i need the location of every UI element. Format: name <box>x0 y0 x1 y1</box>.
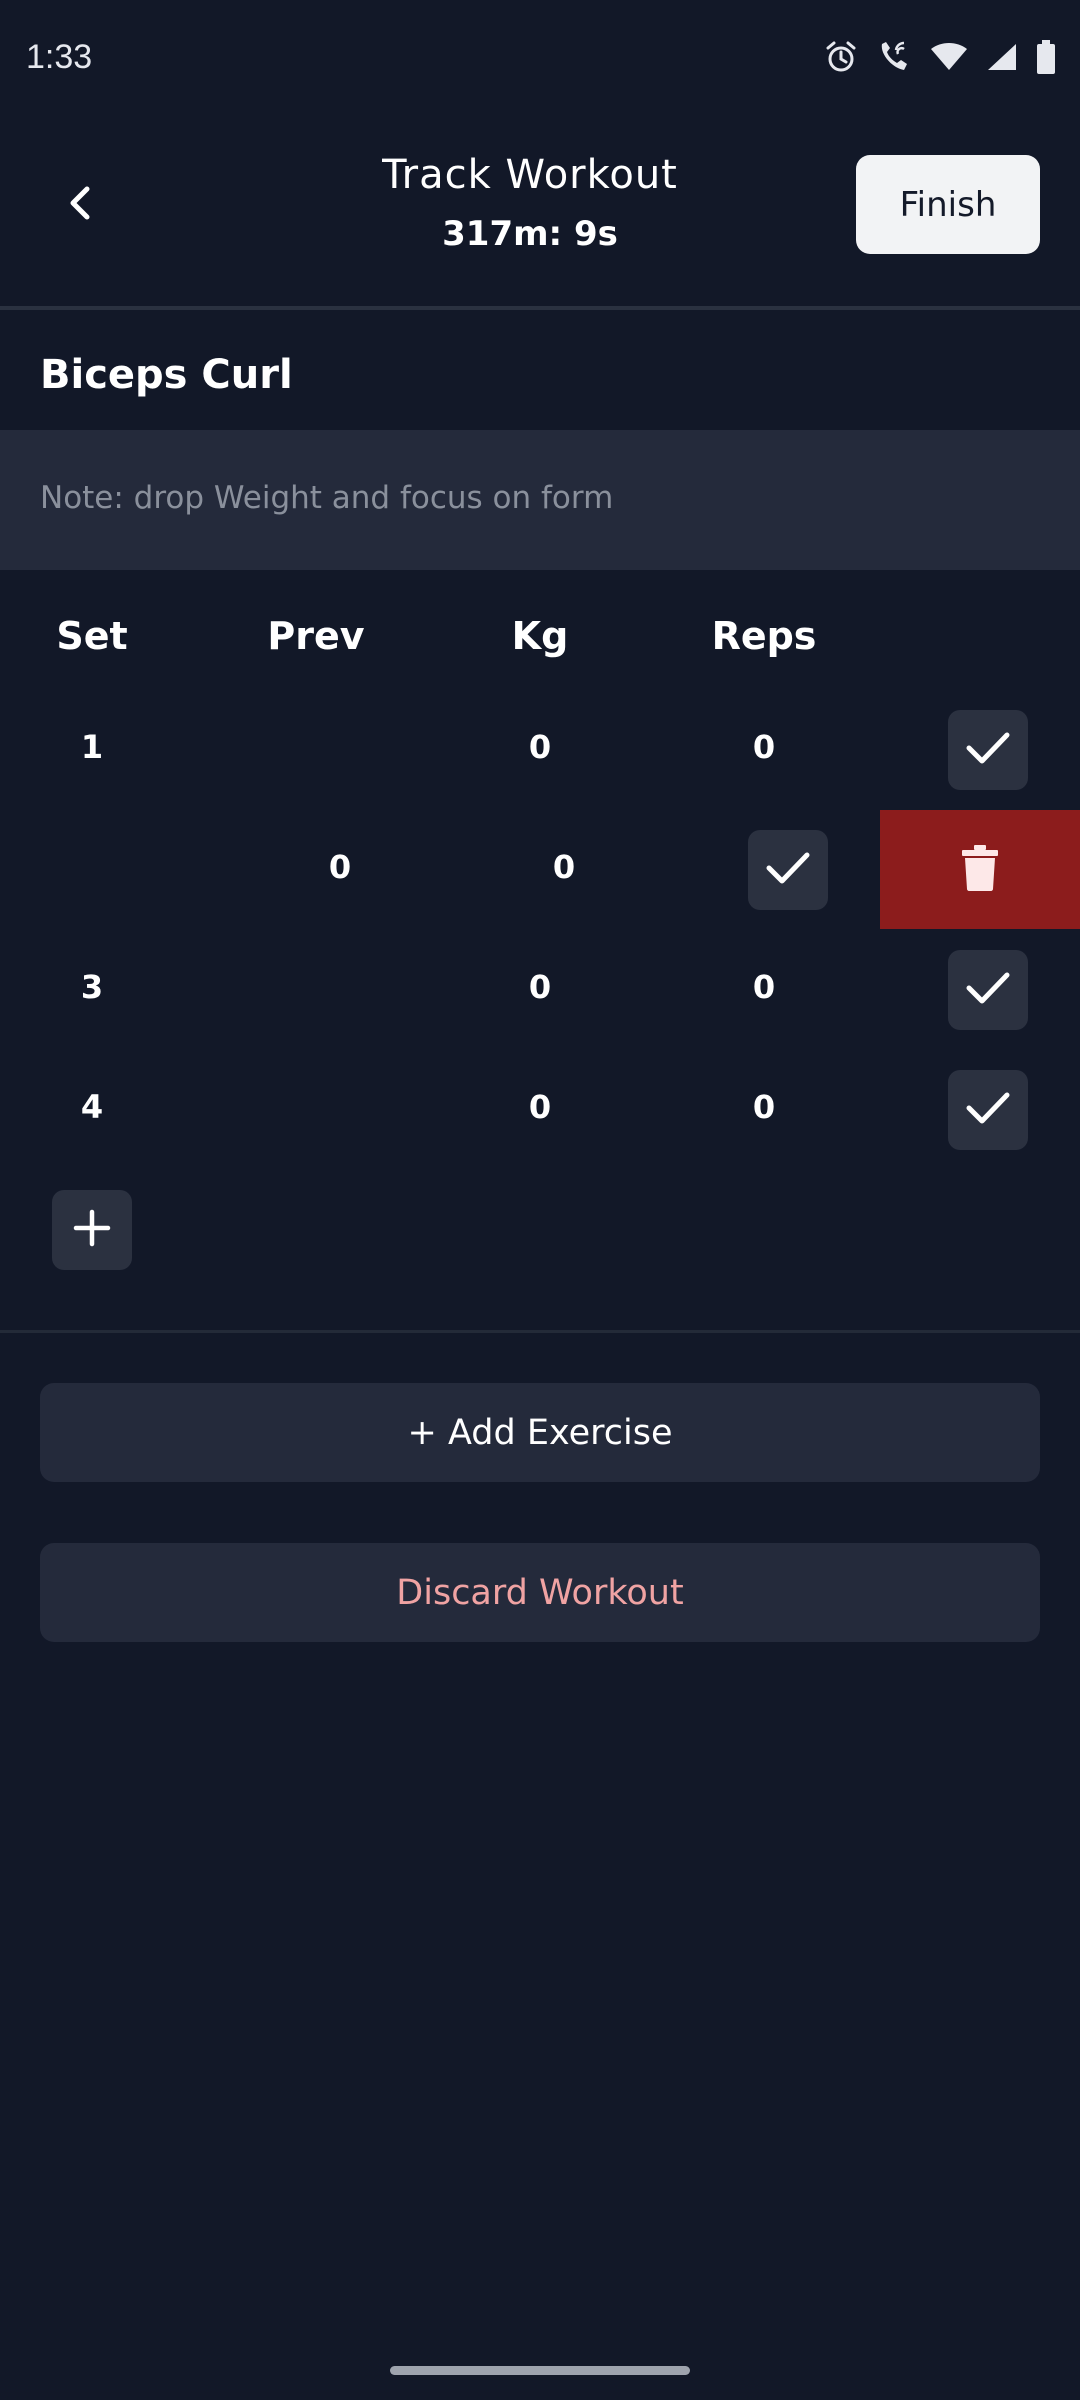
reps-input[interactable]: 0 <box>704 728 824 766</box>
wifi-icon <box>930 42 968 72</box>
discard-workout-button[interactable]: Discard Workout <box>40 1543 1040 1642</box>
add-exercise-button[interactable]: + Add Exercise <box>40 1383 1040 1482</box>
check-icon <box>965 970 1011 1010</box>
finish-button[interactable]: Finish <box>856 155 1040 254</box>
exercise-name[interactable]: Biceps Curl <box>40 352 293 398</box>
complete-set-button[interactable] <box>948 950 1028 1030</box>
complete-set-button[interactable] <box>948 710 1028 790</box>
battery-icon <box>1036 40 1056 74</box>
home-indicator[interactable] <box>390 2366 690 2375</box>
kg-input[interactable]: 0 <box>480 968 600 1006</box>
column-header-kg: Kg <box>511 614 569 658</box>
signal-icon <box>986 42 1018 72</box>
complete-set-button[interactable] <box>948 1070 1028 1150</box>
check-icon <box>965 1090 1011 1130</box>
wifi-call-icon <box>876 40 912 74</box>
column-header-prev: Prev <box>267 614 365 658</box>
reps-input[interactable]: 0 <box>704 968 824 1006</box>
add-set-button[interactable] <box>52 1190 132 1270</box>
kg-input[interactable]: 0 <box>480 1088 600 1126</box>
column-header-reps: Reps <box>711 614 817 658</box>
trash-icon <box>962 844 998 895</box>
header-divider <box>0 306 1080 310</box>
kg-input[interactable]: 0 <box>280 848 400 886</box>
check-icon <box>765 850 811 890</box>
complete-set-button[interactable] <box>748 830 828 910</box>
reps-input[interactable]: 0 <box>504 848 624 886</box>
set-number: 1 <box>80 728 104 766</box>
section-divider <box>0 1330 1080 1333</box>
plus-icon <box>72 1208 112 1252</box>
status-icons <box>824 40 1056 74</box>
set-number: 3 <box>80 968 104 1006</box>
delete-set-button[interactable] <box>880 810 1080 929</box>
reps-input[interactable]: 0 <box>704 1088 824 1126</box>
alarm-icon <box>824 40 858 74</box>
exercise-note[interactable]: Note: drop Weight and focus on form <box>40 480 613 516</box>
column-header-set: Set <box>56 614 128 658</box>
status-time: 1:33 <box>26 38 93 76</box>
check-icon <box>965 730 1011 770</box>
kg-input[interactable]: 0 <box>480 728 600 766</box>
set-number: 4 <box>80 1088 104 1126</box>
